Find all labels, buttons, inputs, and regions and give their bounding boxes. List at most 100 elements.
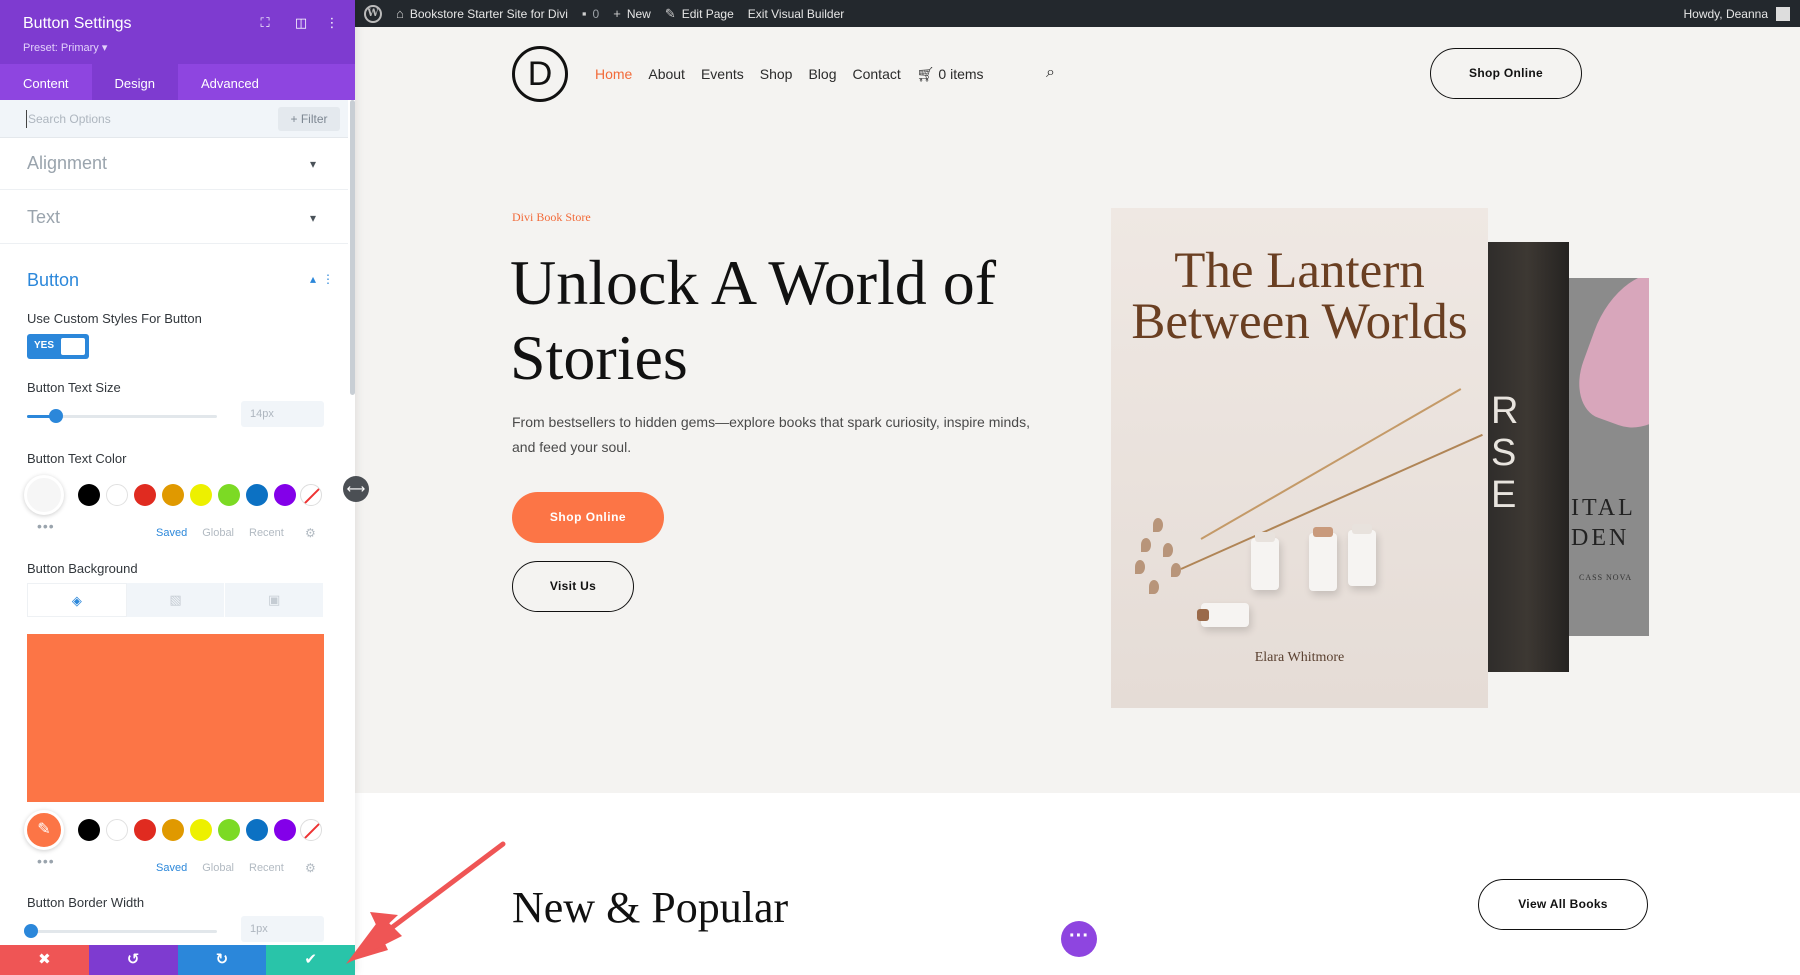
cart-icon: 🛒︎	[916, 66, 935, 82]
avatar	[1776, 6, 1790, 21]
book-main-author: Elara Whitmore	[1254, 650, 1345, 665]
text-size-slider[interactable]	[27, 409, 217, 423]
custom-styles-toggle[interactable]: YES	[27, 334, 89, 359]
gradient-icon[interactable]: ▧	[126, 583, 226, 617]
color-swatch[interactable]	[106, 819, 128, 841]
no-color-swatch[interactable]	[300, 819, 322, 841]
nav-item-about[interactable]: About	[648, 66, 685, 83]
nav-item-shop[interactable]: Shop	[760, 66, 793, 83]
undo-button[interactable]: ↺	[88, 945, 178, 975]
color-swatch[interactable]	[162, 819, 184, 841]
section-text[interactable]: Text ▾	[0, 190, 348, 244]
color-swatch[interactable]	[134, 484, 156, 506]
color-swatch[interactable]	[78, 484, 100, 506]
palette-tab-saved[interactable]: Saved	[156, 862, 187, 874]
tab-design[interactable]: Design	[91, 64, 179, 100]
color-swatch[interactable]	[246, 819, 268, 841]
color-swatch[interactable]	[190, 819, 212, 841]
color-fill-icon[interactable]: ◈	[27, 583, 127, 617]
preset-dropdown[interactable]: Preset: Primary ▾	[23, 41, 107, 54]
howdy-label: Howdy, Deanna	[1683, 6, 1769, 21]
kebab-menu-icon[interactable]: ⋮	[324, 15, 340, 31]
book-cover-second[interactable]: R S E	[1485, 242, 1569, 672]
color-swatch[interactable]	[218, 484, 240, 506]
gear-icon[interactable]: ⚙	[305, 861, 316, 875]
search-options-input[interactable]	[26, 110, 226, 128]
panel-header: Button Settings Preset: Primary ▾ ⛶ ◫ ⋮	[0, 0, 355, 64]
color-swatch[interactable]	[106, 484, 128, 506]
filter-button[interactable]: + Filter	[278, 107, 340, 131]
nav-item-contact[interactable]: Contact	[853, 66, 901, 83]
toggle-label: YES	[34, 340, 55, 351]
view-all-books-button[interactable]: View All Books	[1478, 879, 1648, 930]
nav-item-events[interactable]: Events	[701, 66, 744, 83]
site-name-link[interactable]: ⌂ Bookstore Starter Site for Divi	[389, 0, 575, 27]
expand-icon[interactable]: ⛶	[257, 15, 273, 31]
background-type-tabs: ◈ ▧ ▣	[27, 583, 325, 617]
my-account-menu[interactable]: Howdy, Deanna	[1683, 0, 1790, 27]
background-color-preview[interactable]	[27, 634, 324, 802]
slider-knob[interactable]	[23, 924, 38, 938]
color-swatch[interactable]	[274, 819, 296, 841]
split-view-icon[interactable]: ◫	[293, 15, 309, 31]
section-alignment[interactable]: Alignment ▾	[0, 138, 348, 190]
nav-item-home[interactable]: Home	[595, 66, 632, 83]
discard-button[interactable]: ✖	[0, 945, 89, 975]
color-swatch[interactable]	[190, 484, 212, 506]
pencil-icon: ✎	[664, 5, 676, 21]
book-cover-third[interactable]: ITAL DEN CASS NOVA	[1563, 278, 1649, 636]
palette-tab-global[interactable]: Global	[202, 527, 234, 539]
panel-scrollbar[interactable]	[350, 100, 355, 395]
header-shop-online-button[interactable]: Shop Online	[1430, 48, 1582, 99]
kebab-menu-icon[interactable]: ⋮	[322, 272, 334, 286]
no-color-swatch[interactable]	[300, 484, 322, 506]
color-picker[interactable]	[24, 475, 64, 515]
close-icon: ✖	[38, 951, 51, 968]
slider-knob[interactable]	[48, 409, 63, 423]
color-swatch[interactable]	[246, 484, 268, 506]
hero-shop-online-button[interactable]: Shop Online	[512, 492, 664, 543]
gear-icon[interactable]: ⚙	[305, 526, 316, 540]
color-swatch[interactable]	[218, 819, 240, 841]
visit-us-button[interactable]: Visit Us	[512, 561, 634, 612]
comments-link[interactable]: ▪ 0	[575, 0, 606, 27]
text-size-input[interactable]	[241, 401, 324, 427]
wp-logo-menu[interactable]: W	[357, 0, 389, 27]
redo-button[interactable]: ↻	[177, 945, 267, 975]
color-picker[interactable]: ✎	[24, 810, 64, 850]
more-colors-icon[interactable]: •••	[37, 518, 55, 534]
comment-icon: ▪	[581, 6, 587, 21]
color-swatch[interactable]	[78, 819, 100, 841]
color-swatch[interactable]	[274, 484, 296, 506]
section-button-header[interactable]: Button ▴ ⋮	[0, 244, 348, 296]
book-cover-main[interactable]: The Lantern Between Worlds Elara Whitmor…	[1111, 208, 1488, 708]
new-content-link[interactable]: + New	[606, 0, 658, 27]
exit-visual-builder-link[interactable]: Exit Visual Builder	[741, 0, 852, 27]
color-swatch[interactable]	[134, 819, 156, 841]
border-width-slider[interactable]	[23, 924, 217, 938]
button-text-size-label: Button Text Size	[27, 380, 121, 395]
palette-tab-recent[interactable]: Recent	[249, 527, 284, 539]
search-icon[interactable]: ⌕	[1046, 64, 1055, 82]
annotation-arrow	[346, 841, 506, 964]
border-width-input[interactable]	[241, 916, 324, 942]
tab-advanced[interactable]: Advanced	[178, 64, 282, 100]
hero-eyebrow: Divi Book Store	[512, 210, 591, 224]
edit-page-link[interactable]: ✎ Edit Page	[658, 0, 741, 27]
palette-tab-recent[interactable]: Recent	[249, 862, 284, 874]
image-icon[interactable]: ▣	[225, 583, 325, 617]
palette-tab-global[interactable]: Global	[202, 862, 234, 874]
site-logo[interactable]: D	[512, 46, 568, 102]
new-label: New	[626, 6, 651, 21]
tab-content[interactable]: Content	[0, 64, 92, 100]
palette-tab-saved[interactable]: Saved	[156, 527, 187, 539]
seed-pod	[1149, 580, 1159, 594]
builder-options-button[interactable]: ···	[1061, 921, 1097, 957]
cart-link[interactable]: 🛒︎ 0 items	[917, 66, 984, 83]
color-swatch[interactable]	[162, 484, 184, 506]
panel-resize-handle[interactable]: ⟷	[343, 476, 369, 502]
nav-item-blog[interactable]: Blog	[808, 66, 836, 83]
more-colors-icon[interactable]: •••	[37, 853, 55, 869]
book-third-author: CASS NOVA	[1579, 573, 1633, 582]
more-icon: ···	[1069, 925, 1089, 947]
